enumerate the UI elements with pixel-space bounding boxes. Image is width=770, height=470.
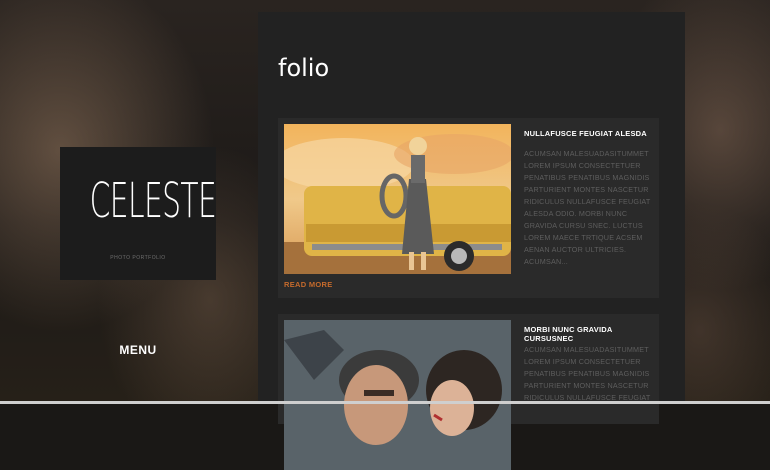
logo-tagline: PHOTO PORTFOLIO <box>110 255 166 261</box>
post-card: NULLAFUSCE FEUGIAT ALESDA ACUMSAN MALESU… <box>278 118 659 298</box>
post-title[interactable]: NULLAFUSCE FEUGIAT ALESDA <box>524 129 654 138</box>
post-image-art <box>284 124 511 274</box>
logo[interactable]: CELESTE PHOTO PORTFOLIO <box>60 147 217 280</box>
post-image[interactable] <box>284 124 511 274</box>
read-more-link[interactable]: READ MORE <box>284 280 333 289</box>
post-card: MORBI NUNC GRAVIDA CURSUSNEC ACUMSAN MAL… <box>278 314 659 470</box>
menu-button[interactable]: MENU <box>100 343 176 357</box>
post-image[interactable] <box>284 320 511 470</box>
main-panel: folio NULLAFUSCE FEUGIAT ALESDA ACUMSAN … <box>258 12 685 470</box>
post-excerpt: ACUMSAN MALESUADASITUMMET LOREM IPSUM CO… <box>524 149 651 266</box>
page-title: folio <box>278 54 330 82</box>
post-image-art <box>284 320 511 470</box>
post-excerpt: ACUMSAN MALESUADASITUMMET LOREM IPSUM CO… <box>524 345 651 402</box>
post-title[interactable]: MORBI NUNC GRAVIDA CURSUSNEC <box>524 325 654 343</box>
logo-text: CELESTE <box>89 173 217 229</box>
